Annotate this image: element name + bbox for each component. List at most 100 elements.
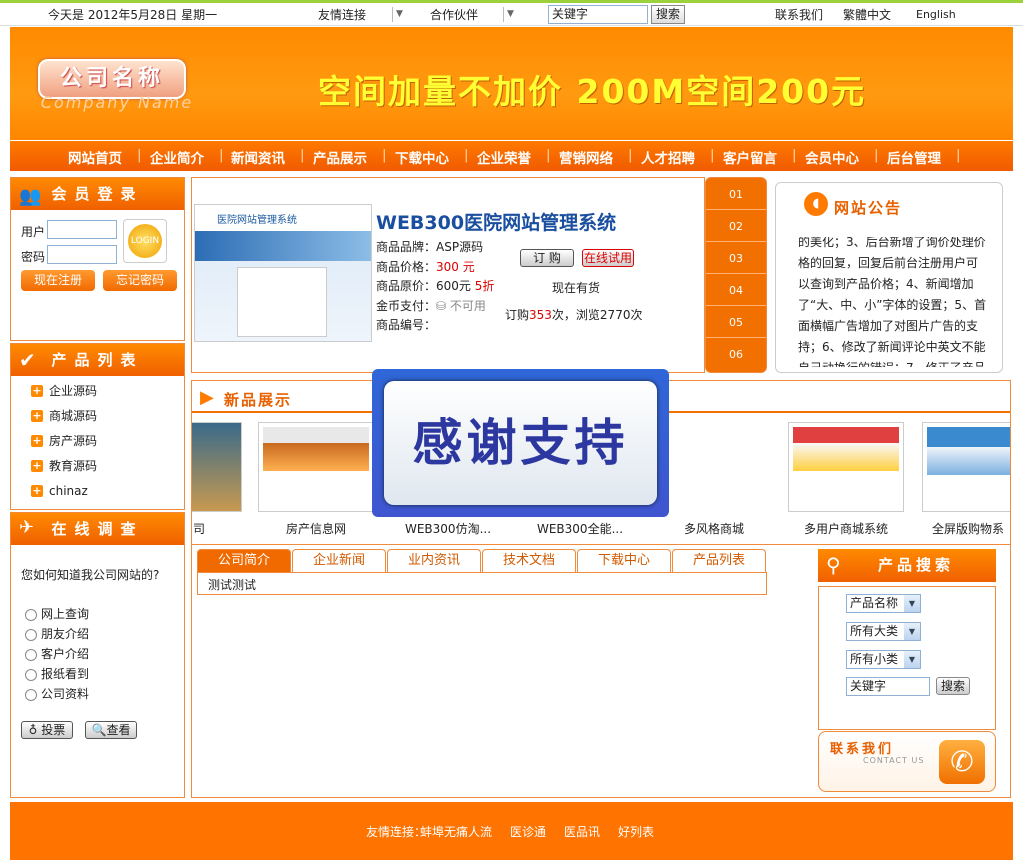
product-caption[interactable]: 房产信息网 [248,520,384,537]
thanks-popup[interactable]: 感谢支持 [372,369,669,517]
slide-tabs: 01 02 03 04 05 06 [705,177,767,373]
date-text: 今天是 2012年5月28日 星期一 [48,8,218,22]
search-field-select[interactable]: 产品名称 ▼ [846,594,921,613]
survey-option[interactable]: 客户介绍 [25,644,89,664]
stock-status: 现在有货 [552,281,601,295]
survey-option[interactable]: 报纸看到 [25,664,89,684]
password-input[interactable] [47,245,117,264]
magnifier-icon: ⚲ [826,553,841,577]
keyword-input[interactable]: 关键字 [846,677,930,696]
product-item[interactable]: + chinaz [31,479,181,504]
slide-tab-04[interactable]: 04 [706,275,766,306]
links-select[interactable]: 友情连接 [318,6,366,23]
radio-icon [25,628,37,641]
product-search-panel: 产品名称 ▼ 所有大类 ▼ 所有小类 ▼ 关键字 搜索 [818,586,996,730]
product-price: 300 元 [436,259,475,274]
search-input[interactable]: 关键字 [548,5,648,24]
nav-members[interactable]: 会员中心 [805,147,859,167]
plus-icon: + [31,384,43,397]
subcategory-select[interactable]: 所有小类 ▼ [846,650,921,669]
coin-icon: ⛁ [436,298,447,313]
product-item[interactable]: + 教育源码 [31,454,181,479]
company-logo-en: Company Name [40,93,194,112]
vote-button[interactable]: ♁ 投票 [21,721,73,739]
survey-option[interactable]: 网上查询 [25,604,89,624]
checkmark-icon: ✔ [19,348,36,372]
product-discount: 5折 [474,279,495,293]
footer: 友情连接： 蚌埠无痛人流 医诊通 医品讯 好列表 [10,802,1013,860]
nav-guestbook[interactable]: 客户留言 [723,147,777,167]
product-caption[interactable]: 全屏版购物系 [932,520,1010,537]
nav-news[interactable]: 新闻资讯 [231,147,285,167]
order-button[interactable]: 订 购 [520,249,574,267]
product-caption[interactable]: 多风格商城 [646,520,782,537]
nav-marketing[interactable]: 营销网络 [559,147,613,167]
notice-panel: ◖ 网站公告 的美化；3、后台新增了询价处理价格的回复，回复后前台注册用户可以查… [775,182,1003,373]
footer-link[interactable]: 蚌埠无痛人流 [420,823,492,840]
username-label: 用户 [21,225,46,239]
english-link[interactable]: English [916,8,956,21]
product-item[interactable]: + 企业源码 [31,379,181,404]
survey-option[interactable]: 公司资料 [25,684,89,704]
plus-icon: + [31,409,43,422]
chevron-down-icon: ▼ [904,651,920,668]
plus-icon: + [31,434,43,447]
product-search-button[interactable]: 搜索 [936,677,970,695]
product-caption[interactable]: WEB300仿淘... [380,520,516,537]
product-caption[interactable]: 司 [192,520,206,537]
new-products-title: 新品展示 [224,391,293,409]
forgot-password-button[interactable]: 忘记密码 [103,270,177,291]
slide-tab-06[interactable]: 06 [706,339,766,370]
nav-admin[interactable]: 后台管理 [887,147,941,167]
traditional-chinese-link[interactable]: 繁體中文 [843,6,891,23]
product-thumb[interactable] [922,422,1010,512]
main-nav: 网站首页 | 企业简介 | 新闻资讯 | 产品展示 | 下载中心 | 企业荣誉 | 营销网络… [10,141,1013,171]
footer-link[interactable]: 好列表 [618,823,654,840]
notice-title: 网站公告 [834,199,903,217]
contact-link[interactable]: 联系我们 [775,6,823,23]
product-thumb[interactable] [258,422,374,512]
chevron-down-icon[interactable]: ▼ [503,7,517,22]
password-label: 密码 [21,250,46,264]
radio-icon [25,668,37,681]
survey-option[interactable]: 朋友介绍 [25,624,89,644]
product-thumb[interactable] [192,422,242,512]
chevron-down-icon[interactable]: ▼ [392,7,406,22]
nav-home[interactable]: 网站首页 [68,147,122,167]
slide-tab-05[interactable]: 05 [706,307,766,338]
header-banner: 公司名称 Company Name 空间加量不加价 200M空间200元 [10,27,1013,140]
product-name[interactable]: WEB300医院网站管理系统 [376,208,616,235]
product-thumb[interactable] [788,422,904,512]
login-button[interactable]: LOGIN [128,224,162,258]
footer-link[interactable]: 医品讯 [564,823,600,840]
chevron-down-icon: ▼ [904,595,920,612]
magnifier-icon: 🔍 [91,723,107,737]
trial-button[interactable]: 在线试用 [582,249,634,267]
users-icon: 👥 [19,186,42,207]
view-button[interactable]: 🔍查看 [85,721,137,739]
coin-status: 不可用 [449,298,486,313]
footer-link[interactable]: 医诊通 [510,823,546,840]
chevron-down-icon: ▼ [904,623,920,640]
register-button[interactable]: 现在注册 [21,270,95,291]
product-screenshot[interactable]: 医院网站管理系统 [194,204,372,342]
slide-tab-02[interactable]: 02 [706,211,766,242]
nav-honors[interactable]: 企业荣誉 [477,147,531,167]
slide-tab-03[interactable]: 03 [706,243,766,274]
username-input[interactable] [47,220,117,239]
product-item[interactable]: + 房产源码 [31,429,181,454]
nav-products[interactable]: 产品展示 [313,147,367,167]
nav-about[interactable]: 企业简介 [150,147,204,167]
nav-downloads[interactable]: 下载中心 [395,147,449,167]
product-item[interactable]: + 商城源码 [31,404,181,429]
slide-tab-01[interactable]: 01 [706,179,766,210]
contact-panel[interactable]: 联系我们 CONTACT US ✆ [818,731,996,792]
search-button[interactable]: 搜索 [651,5,686,24]
contact-subtitle: CONTACT US [863,756,925,765]
category-select[interactable]: 所有大类 ▼ [846,622,921,641]
product-caption[interactable]: 多用户商城系统 [778,520,914,537]
product-caption[interactable]: WEB300全能... [512,520,648,537]
nav-jobs[interactable]: 人才招聘 [641,147,695,167]
partners-select[interactable]: 合作伙伴 [430,6,478,23]
top-bar: 今天是 2012年5月28日 星期一 友情连接 ▼ 合作伙伴 ▼ 关键字 搜索 … [0,0,1023,26]
